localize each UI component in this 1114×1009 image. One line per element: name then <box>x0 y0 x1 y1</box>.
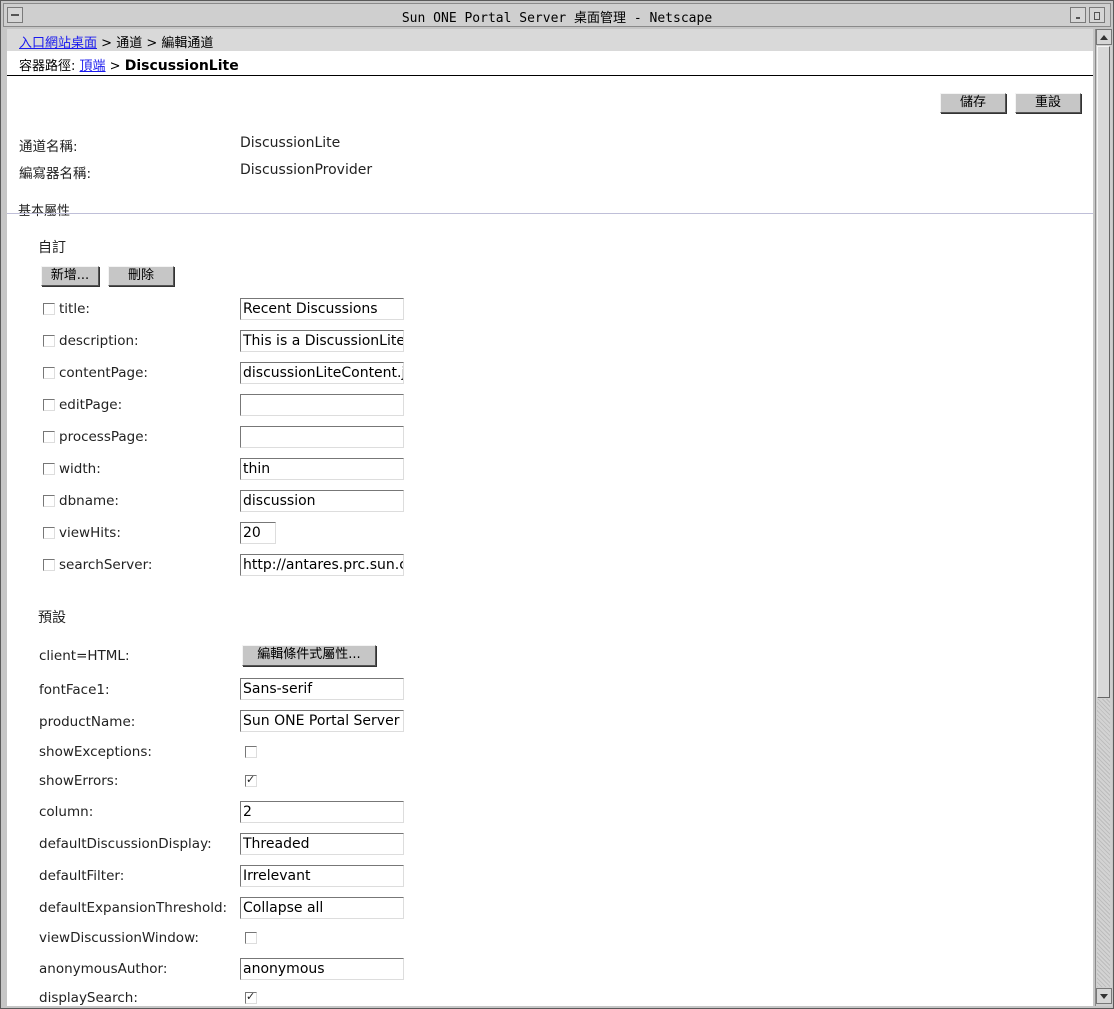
breadcrumb-edit-channel: 編輯通道 <box>161 36 214 51</box>
default-filter-label: defaultFilter: <box>39 868 125 884</box>
viewhits-checkbox[interactable] <box>43 527 55 539</box>
maximize-icon <box>1094 12 1100 20</box>
showexceptions-label: showExceptions: <box>39 744 152 760</box>
provider-name-value: DiscussionProvider <box>240 162 373 178</box>
processpage-input[interactable] <box>240 426 404 448</box>
breadcrumb-separator: > <box>142 36 162 51</box>
title-bar: Sun ONE Portal Server 桌面管理 - Netscape <box>3 3 1111 27</box>
anonymous-author-input[interactable]: anonymous <box>240 958 404 980</box>
add-button[interactable]: 新增... <box>41 266 99 286</box>
window-title: Sun ONE Portal Server 桌面管理 - Netscape <box>401 11 713 26</box>
container-path: 容器路徑: 頂端 > DiscussionLite <box>19 55 239 74</box>
breadcrumb-separator: > <box>97 36 117 51</box>
anonymous-author-label: anonymousAuthor: <box>39 961 168 977</box>
fontface1-label: fontFace1: <box>39 682 110 698</box>
contentpage-label: contentPage: <box>59 365 148 381</box>
showexceptions-checkbox[interactable] <box>245 746 257 758</box>
description-input[interactable]: This is a DiscussionLite p <box>240 330 404 352</box>
view-discussion-window-label: viewDiscussionWindow: <box>39 930 199 946</box>
default-filter-input[interactable]: Irrelevant <box>240 865 404 887</box>
scroll-up-arrow-icon[interactable] <box>1096 29 1112 45</box>
searchserver-label: searchServer: <box>59 557 153 573</box>
client-html-label: client=HTML: <box>39 648 130 664</box>
editpage-label: editPage: <box>59 397 123 413</box>
dbname-input[interactable]: discussion <box>240 490 404 512</box>
save-button[interactable]: 儲存 <box>940 93 1006 113</box>
title-input[interactable]: Recent Discussions <box>240 298 404 320</box>
searchserver-input[interactable]: http://antares.prc.sun.com <box>240 554 404 576</box>
searchserver-checkbox[interactable] <box>43 559 55 571</box>
custom-heading: 自訂 <box>38 240 66 256</box>
basic-properties-heading: 基本屬性 <box>18 204 71 219</box>
container-path-separator: > <box>105 59 125 74</box>
channel-name-label: 通道名稱: <box>19 139 78 155</box>
view-discussion-window-checkbox[interactable] <box>245 932 257 944</box>
container-path-current: DiscussionLite <box>124 58 239 74</box>
column-label: column: <box>39 804 94 820</box>
description-checkbox[interactable] <box>43 335 55 347</box>
dbname-label: dbname: <box>59 493 119 509</box>
minimize-button[interactable] <box>1070 7 1086 23</box>
description-label: description: <box>59 333 139 349</box>
showerrors-checkbox[interactable] <box>245 773 257 787</box>
breadcrumb: 入口網站桌面 > 通道 > 編輯通道 <box>7 29 1093 51</box>
column-input[interactable]: 2 <box>240 801 404 823</box>
page-content: 入口網站桌面 > 通道 > 編輯通道 容器路徑: 頂端 > Discussion… <box>7 29 1093 1006</box>
default-expansion-threshold-input[interactable]: Collapse all <box>240 897 404 919</box>
width-input[interactable]: thin <box>240 458 404 480</box>
width-label: width: <box>59 461 101 477</box>
default-discussion-display-label: defaultDiscussionDisplay: <box>39 836 212 852</box>
browser-window: Sun ONE Portal Server 桌面管理 - Netscape 入口… <box>0 0 1114 1009</box>
maximize-button[interactable] <box>1089 7 1105 23</box>
header-divider <box>7 75 1093 76</box>
container-path-label: 容器路徑: <box>19 59 76 74</box>
title-label: title: <box>59 301 90 317</box>
scrollbar-track[interactable] <box>1097 699 1110 987</box>
editpage-input[interactable] <box>240 394 404 416</box>
scroll-down-arrow-icon[interactable] <box>1096 988 1112 1004</box>
viewhits-input[interactable]: 20 <box>240 522 276 544</box>
productname-input[interactable]: Sun ONE Portal Server <box>240 710 404 732</box>
processpage-checkbox[interactable] <box>43 431 55 443</box>
dbname-checkbox[interactable] <box>43 495 55 507</box>
width-checkbox[interactable] <box>43 463 55 475</box>
default-discussion-display-input[interactable]: Threaded <box>240 833 404 855</box>
display-search-label: displaySearch: <box>39 990 138 1006</box>
reset-button[interactable]: 重設 <box>1015 93 1081 113</box>
processpage-label: processPage: <box>59 429 149 445</box>
delete-button[interactable]: 刪除 <box>108 266 174 286</box>
productname-label: productName: <box>39 714 136 730</box>
contentpage-input[interactable]: discussionLiteContent.jsp <box>240 362 404 384</box>
fontface1-input[interactable]: Sans-serif <box>240 678 404 700</box>
breadcrumb-channels: 通道 <box>116 36 143 51</box>
contentpage-checkbox[interactable] <box>43 367 55 379</box>
scrollbar-thumb[interactable] <box>1097 46 1110 698</box>
minimize-icon <box>1076 17 1080 19</box>
breadcrumb-portal-desktop-link[interactable]: 入口網站桌面 <box>19 36 97 51</box>
section-divider <box>7 213 1093 214</box>
default-expansion-threshold-label: defaultExpansionThreshold: <box>39 900 228 916</box>
provider-name-label: 編寫器名稱: <box>19 166 92 182</box>
channel-name-value: DiscussionLite <box>240 135 341 151</box>
container-path-top-link[interactable]: 頂端 <box>80 59 106 74</box>
showerrors-label: showErrors: <box>39 773 119 789</box>
title-checkbox[interactable] <box>43 303 55 315</box>
editpage-checkbox[interactable] <box>43 399 55 411</box>
edit-conditional-properties-button[interactable]: 編輯條件式屬性... <box>242 645 376 666</box>
defaults-heading: 預設 <box>38 610 66 626</box>
display-search-checkbox[interactable] <box>245 990 257 1004</box>
viewhits-label: viewHits: <box>59 525 121 541</box>
vertical-scrollbar[interactable] <box>1095 29 1112 1006</box>
